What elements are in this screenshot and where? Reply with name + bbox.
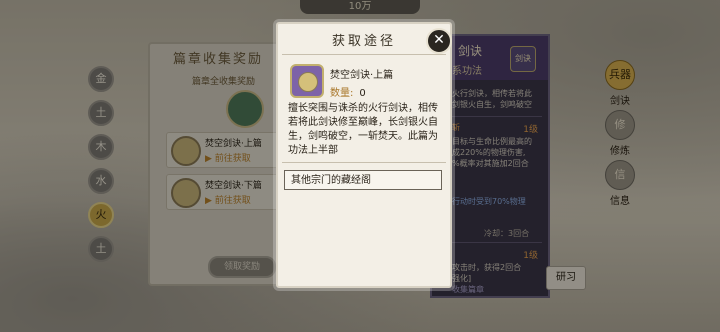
item-name: 焚空剑诀·上篇 [330, 70, 394, 81]
close-icon[interactable]: ✕ [426, 28, 452, 54]
item-quantity: 数量: 0 [330, 84, 366, 99]
divider [282, 162, 446, 163]
item-description: 擅长突围与诛杀的火行剑诀，相传若将此剑诀修至巅峰，长剑银火自生，剑鸣破空，一斩焚… [288, 103, 438, 156]
quantity-value: 0 [359, 88, 366, 99]
modal-title: 获取途径 [331, 34, 396, 49]
acquisition-modal: 获取途径 ✕ 焚空剑诀·上篇 数量: 0 擅长突围与诛杀的火行剑诀，相传若将此剑诀… [276, 22, 452, 288]
divider [282, 54, 446, 55]
scroll-item-icon [290, 64, 324, 98]
acquisition-source-item[interactable]: 其他宗门的藏经阁 [284, 170, 442, 190]
quantity-label: 数量: [330, 88, 354, 99]
